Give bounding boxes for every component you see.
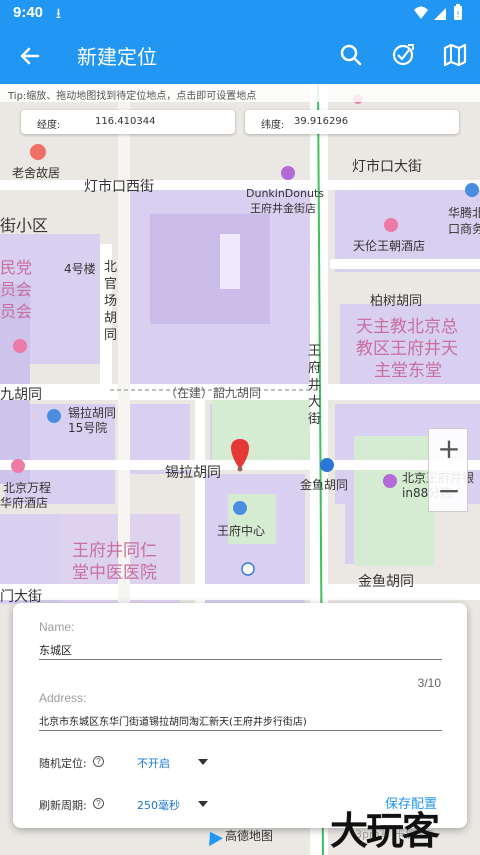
- map-label: 华腾北: [448, 206, 480, 220]
- chevron-down-icon[interactable]: [198, 801, 208, 807]
- map-label: 王府井金街店: [250, 202, 316, 215]
- search-icon[interactable]: [338, 42, 364, 68]
- random-location-label: 随机定位:: [39, 757, 87, 770]
- latitude-value: 39.916296: [294, 116, 349, 127]
- map-label: DunkinDonuts: [246, 187, 324, 200]
- help-icon[interactable]: ?: [93, 798, 104, 809]
- latitude-label: 纬度:: [261, 120, 285, 131]
- map-label: 民党: [0, 258, 33, 277]
- watermark: 大玩客: [330, 809, 440, 853]
- random-location-select[interactable]: 不开启: [137, 755, 170, 771]
- location-form-card: Name: 东城区 Address: 3/10 北京市东城区东华门街道锡拉胡同淘…: [13, 603, 467, 828]
- refresh-period-select[interactable]: 250毫秒: [137, 797, 180, 813]
- map-label: 员会: [0, 280, 33, 299]
- map-label: 灯市口大街: [352, 159, 422, 175]
- longitude-label: 经度:: [37, 120, 61, 131]
- longitude-box: 经度: 116.410344: [21, 110, 235, 134]
- map-label: 柏树胡同: [370, 294, 423, 309]
- map-label: 街: [308, 412, 322, 427]
- amap-logo: 高德地图: [203, 827, 274, 846]
- map-label: 金鱼胡同: [358, 574, 414, 590]
- app-bar: 新建定位: [0, 26, 480, 84]
- address-label: Address:: [39, 691, 87, 705]
- map-label: 4号楼: [64, 262, 96, 276]
- address-input[interactable]: 北京市东城区东华门街道锡拉胡同淘汇新天(王府井步行街店): [39, 713, 307, 728]
- zoom-in-button[interactable]: +: [429, 429, 469, 471]
- verified-check-icon[interactable]: [390, 42, 416, 68]
- back-arrow-icon[interactable]: [16, 42, 44, 70]
- map-label: 员会: [0, 302, 33, 321]
- page-title: 新建定位: [77, 45, 157, 69]
- name-input[interactable]: 东城区: [39, 642, 72, 658]
- amap-logo-text: 高德地图: [225, 829, 274, 843]
- map-label: 锡拉胡同: [165, 465, 221, 481]
- name-underline: [39, 659, 442, 660]
- map-label: 灯市口西街: [84, 179, 154, 195]
- address-underline: [39, 730, 442, 731]
- latitude-box: 纬度: 39.916296: [245, 110, 459, 134]
- help-icon[interactable]: ?: [93, 756, 104, 767]
- map-label: 口商务: [448, 222, 480, 236]
- map-tip-text: Tip:缩放、拖动地图找到待定位地点，点击即可设置地点: [0, 84, 480, 102]
- map-label: 老舍故居: [12, 166, 61, 180]
- status-bar: 9:40 ⭳ !: [0, 0, 480, 26]
- status-time: 9:40: [13, 4, 44, 21]
- map-label: 九胡同: [0, 387, 42, 403]
- system-status-icons: !: [414, 4, 462, 20]
- map-label: （在建）韶九胡同: [165, 386, 262, 400]
- zoom-controls: + −: [428, 428, 468, 512]
- map-label: 15号院: [68, 421, 108, 435]
- chevron-down-icon[interactable]: [198, 759, 208, 765]
- map-label: 王府中心: [217, 524, 266, 538]
- refresh-period-label: 刷新周期:: [39, 799, 87, 812]
- map-label: 街小区: [0, 216, 49, 235]
- map-label: 天伦王朝酒店: [353, 239, 426, 253]
- map-label: 堂中医医院: [72, 563, 157, 583]
- map-icon[interactable]: [442, 42, 468, 68]
- map-label: 主堂东堂: [374, 361, 442, 381]
- download-icon: ⭳: [56, 6, 61, 22]
- zoom-out-button[interactable]: −: [429, 471, 469, 513]
- map-label: 华府酒店: [0, 496, 49, 510]
- address-counter: 3/10: [417, 676, 441, 690]
- amap-logo-icon: [203, 827, 223, 846]
- map-label: 同: [104, 328, 118, 343]
- longitude-value: 116.410344: [95, 116, 156, 127]
- svg-text:!: !: [456, 10, 459, 19]
- map-label: 金鱼胡同: [300, 478, 349, 492]
- name-label: Name:: [39, 620, 75, 634]
